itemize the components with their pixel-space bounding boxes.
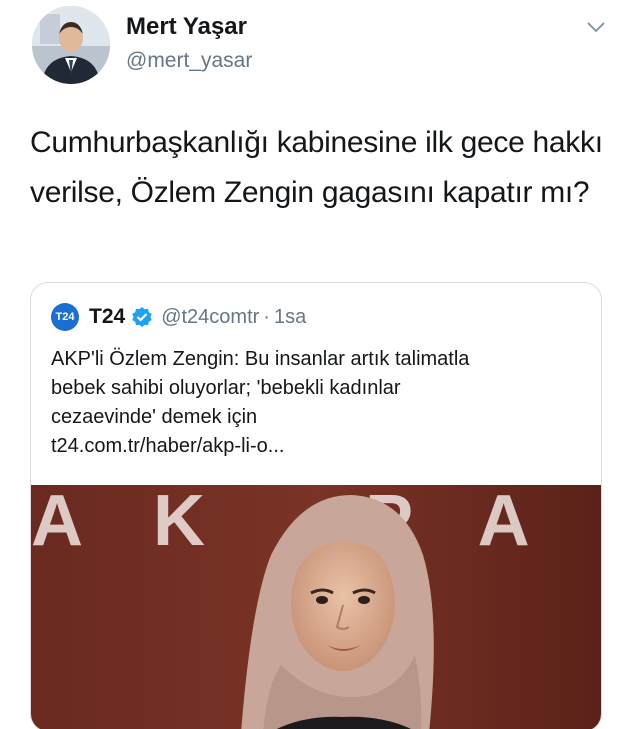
separator-dot: · — [263, 305, 270, 328]
author-names: Mert Yaşar @mert_yasar — [126, 12, 252, 76]
t24-logo: T24 — [51, 303, 79, 331]
quoted-media-image[interactable]: AK PARTİ — [31, 485, 601, 729]
tweet-text: Cumhurbaşkanlığı kabinesine ilk gece hak… — [30, 126, 603, 209]
tweet-header: Mert Yaşar @mert_yasar — [32, 6, 612, 86]
quoted-handle: @t24comtr — [161, 305, 260, 328]
chevron-down-icon[interactable] — [586, 20, 606, 34]
author-handle[interactable]: @mert_yasar — [126, 46, 252, 76]
quoted-timestamp[interactable]: 1sa — [274, 306, 306, 329]
quoted-tweet[interactable]: T24 T24 @t24comtr · 1sa AKP'li Özlem Zen… — [30, 282, 602, 729]
avatar[interactable] — [32, 6, 110, 84]
author-display-name[interactable]: Mert Yaşar — [126, 12, 252, 42]
quoted-text: AKP'li Özlem Zengin: Bu insanlar artık t… — [51, 345, 586, 461]
quoted-link[interactable]: t24.com.tr/haber/akp-li-o... — [51, 432, 586, 461]
verified-badge-icon — [132, 307, 152, 327]
quoted-header: T24 T24 @t24comtr · 1sa — [51, 303, 306, 331]
quoted-text-line: bebek sahibi oluyorlar; 'bebekli kadınla… — [51, 377, 401, 399]
quoted-text-line: AKP'li Özlem Zengin: Bu insanlar artık t… — [51, 348, 470, 370]
tweet-card[interactable]: Mert Yaşar @mert_yasar Cumhurbaşkanlığı … — [0, 0, 630, 729]
quoted-text-line: cezaevinde' demek için — [51, 406, 258, 428]
quoted-name: T24 — [89, 305, 126, 328]
